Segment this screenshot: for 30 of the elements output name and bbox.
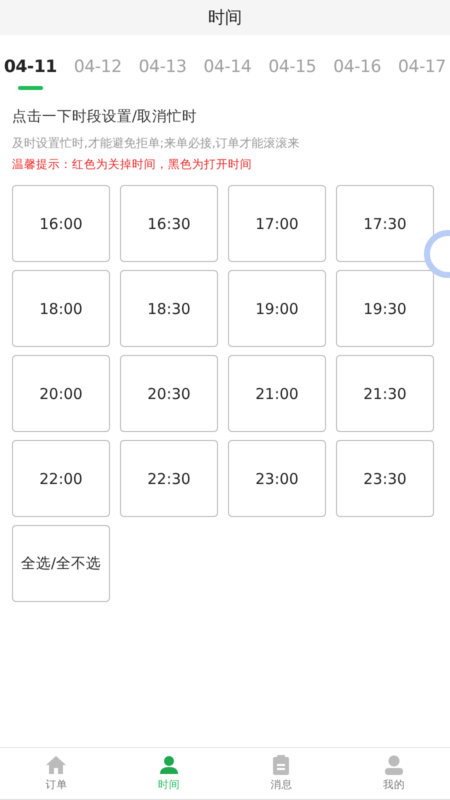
- time-slot-button[interactable]: 18:00: [12, 270, 110, 347]
- time-slot-button[interactable]: 23:30: [336, 440, 434, 517]
- nav-tab[interactable]: 消息: [225, 748, 338, 799]
- clipboard-icon: [272, 755, 290, 775]
- time-slot-button[interactable]: 16:30: [120, 185, 218, 262]
- tab-indicator: [18, 86, 43, 90]
- time-slot-button[interactable]: 22:00: [12, 440, 110, 517]
- time-slot-button[interactable]: 17:00: [228, 185, 326, 262]
- time-slot-button[interactable]: 21:30: [336, 355, 434, 432]
- nav-tab[interactable]: 我的: [338, 748, 450, 799]
- home-icon: [45, 755, 68, 775]
- time-slot-button[interactable]: 19:30: [336, 270, 434, 347]
- tip-text: 温馨提示：红色为关掉时间，黑色为打开时间: [12, 157, 253, 172]
- time-slot-button[interactable]: 16:00: [12, 185, 110, 262]
- page-title: 时间: [208, 7, 242, 29]
- time-slot-button[interactable]: 20:30: [120, 355, 218, 432]
- time-slot-button[interactable]: 22:30: [120, 440, 218, 517]
- instruction-text: 点击一下时段设置/取消忙时: [12, 108, 198, 126]
- time-slot-button[interactable]: 19:00: [228, 270, 326, 347]
- time-slot-button[interactable]: 23:00: [228, 440, 326, 517]
- hint-text: 及时设置忙时,才能避免拒单;来单必接,订单才能滚滚来: [12, 135, 301, 152]
- time-slot-button[interactable]: 18:30: [120, 270, 218, 347]
- nav-tab[interactable]: 订单: [0, 748, 112, 799]
- date-tab[interactable]: 04-11: [4, 55, 57, 79]
- time-slot-button[interactable]: 21:00: [228, 355, 326, 432]
- time-slot-button[interactable]: 17:30: [336, 185, 434, 262]
- user-icon: [384, 755, 404, 775]
- select-all-button[interactable]: 全选/全不选: [12, 525, 110, 602]
- person-icon: [158, 755, 179, 775]
- time-slot-button[interactable]: 20:00: [12, 355, 110, 432]
